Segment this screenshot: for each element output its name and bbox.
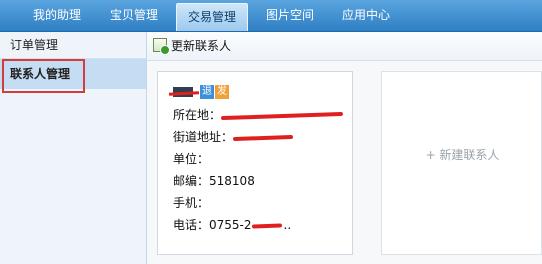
tab-trade-management[interactable]: 交易管理	[176, 3, 248, 31]
new-contact-card[interactable]: + 新建联系人	[381, 71, 542, 255]
toolbar: 更新联系人	[147, 32, 542, 61]
redacted-street	[232, 134, 294, 141]
tab-app-center[interactable]: 应用中心	[334, 4, 398, 27]
phone-label: 电话：	[173, 218, 210, 232]
street-field: 街道地址：	[173, 129, 294, 145]
sidebar: 订单管理 联系人管理	[0, 32, 147, 264]
new-contact-label: + 新建联系人	[425, 148, 500, 162]
company-label: 单位：	[173, 152, 210, 166]
street-label: 街道地址：	[173, 130, 234, 144]
mobile-field: 手机：	[173, 195, 209, 211]
location-label: 所在地：	[173, 108, 222, 122]
ship-badge: 发	[215, 84, 229, 99]
zip-label: 邮编：	[173, 174, 210, 188]
zip-value: 518108	[209, 174, 255, 188]
return-badge: 退	[200, 84, 214, 99]
contact-card[interactable]: 退发 所在地： 街道地址： 单位： 邮编：518108 手机： 电话：0755-…	[157, 71, 353, 255]
phone-field: 电话：0755-2..	[173, 217, 291, 233]
zip-field: 邮编：518108	[173, 173, 255, 189]
mobile-label: 手机：	[173, 196, 210, 210]
contacts-panel: 退发 所在地： 街道地址： 单位： 邮编：518108 手机： 电话：0755-…	[147, 61, 542, 264]
top-nav-bar: 我的助理 宝贝管理 交易管理 图片空间 应用中心	[0, 0, 542, 32]
refresh-contacts-label: 更新联系人	[171, 39, 232, 53]
tab-image-space[interactable]: 图片空间	[258, 4, 322, 27]
redacted-location	[220, 111, 344, 120]
refresh-contacts-button[interactable]: 更新联系人	[153, 38, 232, 55]
tab-my-assistant[interactable]: 我的助理	[24, 4, 90, 27]
redacted-phone	[251, 222, 282, 229]
sidebar-item-contacts[interactable]: 联系人管理	[0, 59, 146, 89]
contact-name-row: 退发	[168, 84, 229, 100]
phone-value-suffix: ..	[283, 218, 292, 232]
redacted-name	[168, 85, 200, 99]
refresh-contacts-icon	[153, 38, 170, 55]
tab-item-management[interactable]: 宝贝管理	[102, 4, 166, 27]
location-field: 所在地：	[173, 107, 344, 123]
sidebar-item-orders[interactable]: 订单管理	[0, 32, 146, 59]
phone-value-prefix: 0755-2	[209, 218, 252, 232]
company-field: 单位：	[173, 151, 209, 167]
